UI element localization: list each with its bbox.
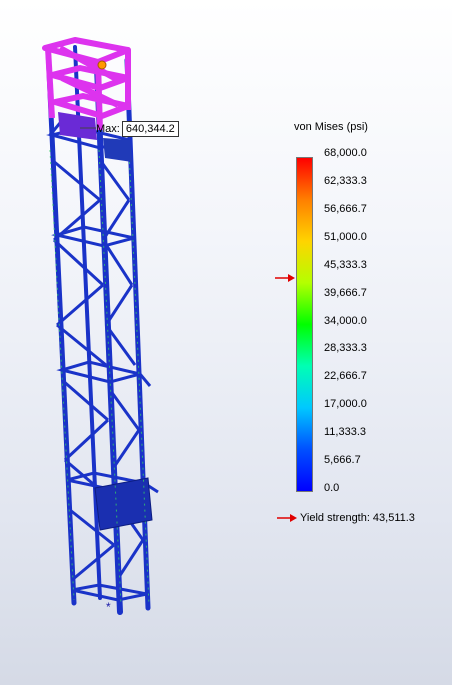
colorbar-tick-label: 5,666.7	[324, 454, 361, 467]
colorbar-tick-label: 51,000.0	[324, 230, 367, 243]
yield-strength-label: Yield strength:	[300, 512, 370, 524]
max-stress-label-text: Max:	[96, 123, 120, 135]
tower-truss-model[interactable]: *	[0, 0, 452, 685]
colorbar-tick-label: 56,666.7	[324, 202, 367, 215]
top-section-high-stress	[42, 37, 131, 131]
max-stress-value: 640,344.2	[121, 121, 179, 137]
stress-colorbar	[296, 157, 313, 492]
colorbar-tick-label: 11,333.3	[324, 426, 367, 439]
yield-strength-value: 43,511.3	[372, 512, 415, 524]
colorbar-tick-label: 28,333.3	[324, 342, 367, 355]
colorbar-tick-label: 39,666.7	[324, 286, 367, 299]
colorbar-tick-label: 68,000.0	[324, 147, 367, 159]
min-marker-icon: *	[106, 600, 111, 614]
colorbar-tick-label: 34,000.0	[324, 314, 367, 327]
yield-arrow-icon	[277, 514, 297, 522]
yield-strength-row: Yield strength: 43,511.3	[277, 512, 415, 524]
max-stress-label[interactable]: Max: 640,344.2	[96, 121, 179, 137]
max-stress-point-icon[interactable]	[97, 60, 107, 70]
colorbar-tick-label: 17,000.0	[324, 398, 367, 411]
colorbar-tick-label: 62,333.3	[324, 174, 367, 187]
yield-level-arrow-icon	[275, 273, 295, 282]
legend-title: von Mises (psi)	[294, 121, 368, 133]
graphics-viewport[interactable]: * Max: 640,344.2 von Mises (psi) 68,000.…	[0, 0, 452, 685]
colorbar-tick-label: 0.0	[324, 482, 340, 494]
colorbar-tick-label: 22,666.7	[324, 370, 367, 383]
colorbar-tick-label: 45,333.3	[324, 258, 367, 271]
